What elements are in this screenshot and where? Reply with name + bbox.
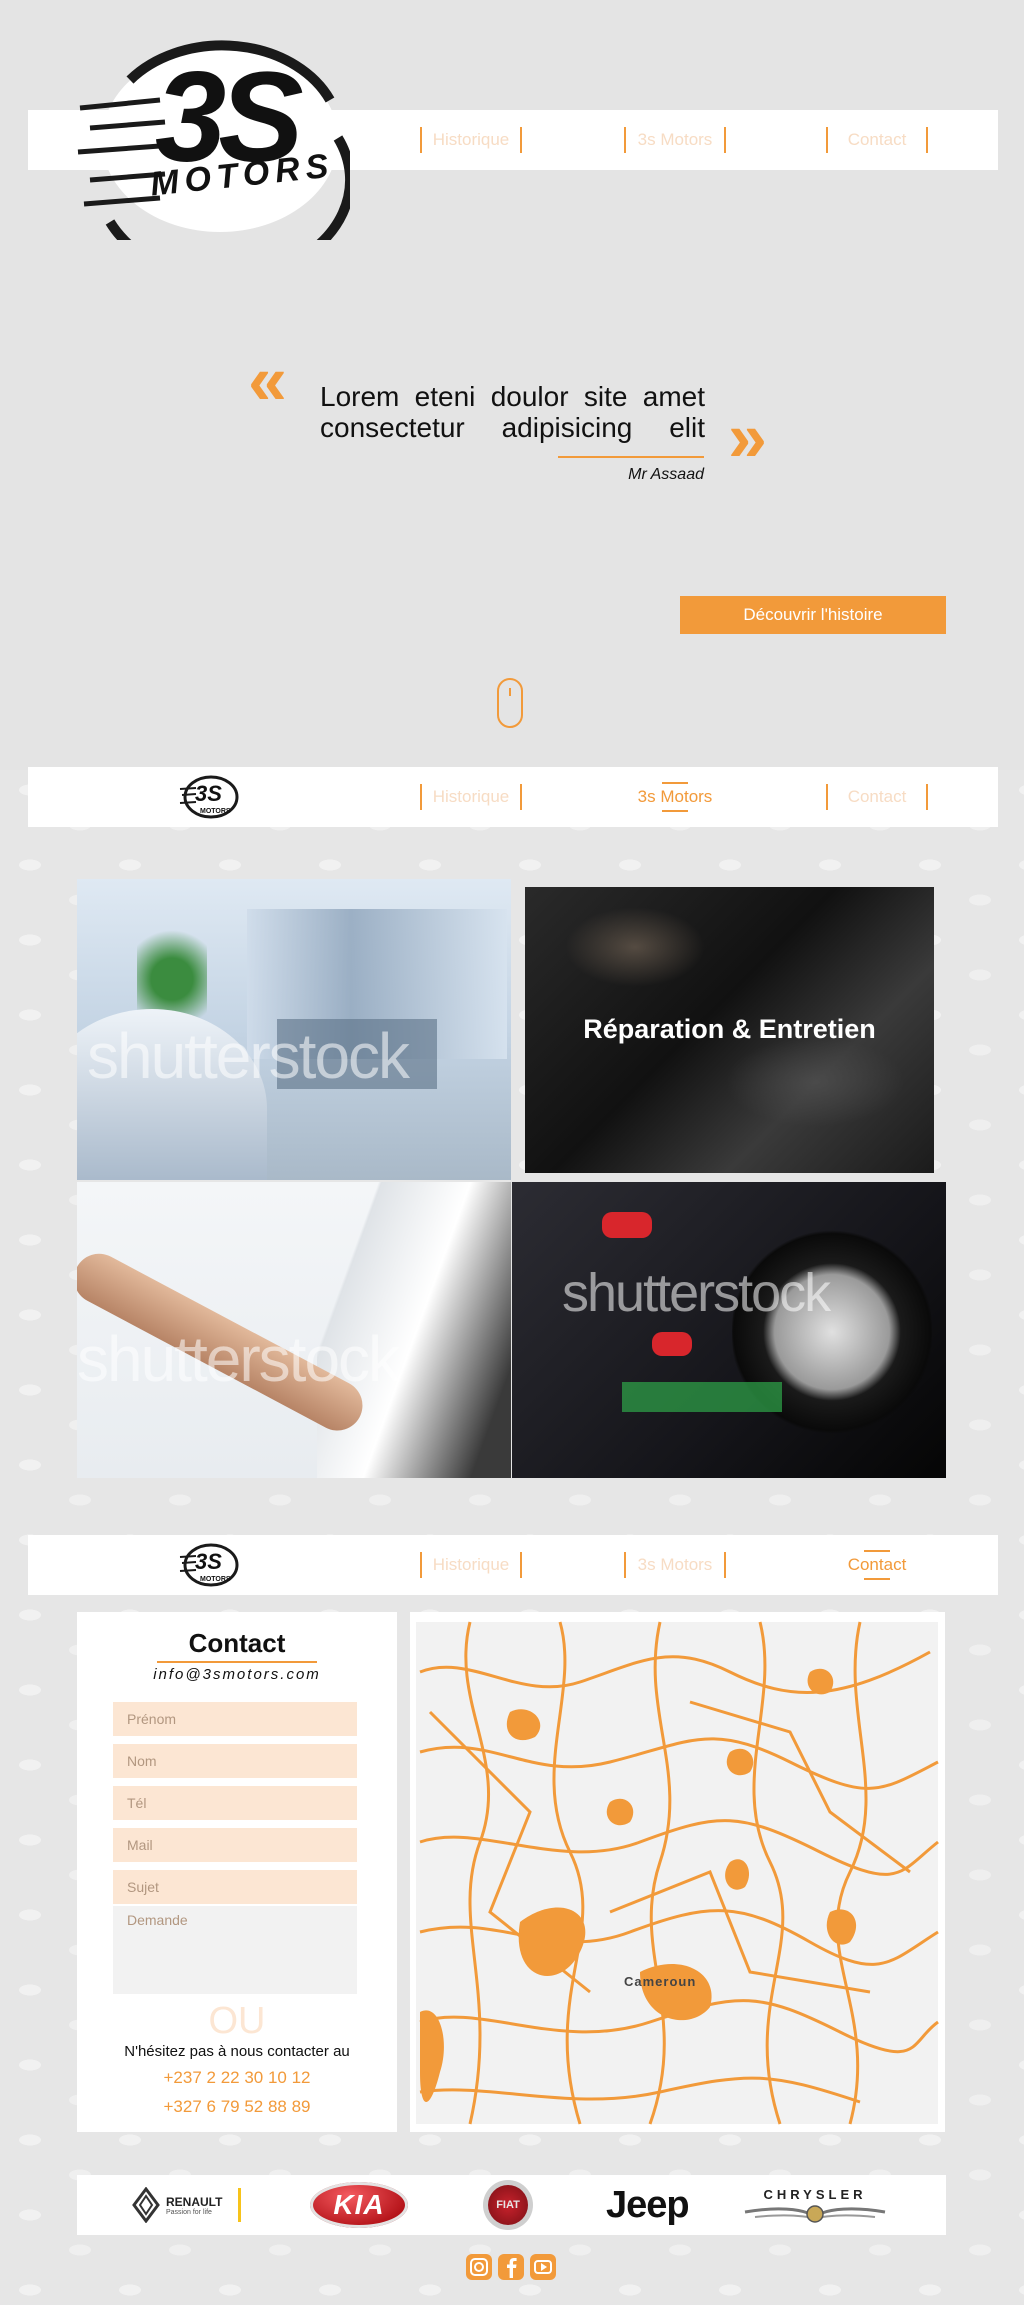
small-logo-icon: 3S MOTORS xyxy=(179,775,239,819)
instagram-icon[interactable] xyxy=(466,2254,492,2280)
nom-field[interactable] xyxy=(113,1744,357,1778)
services-navbar: 3S MOTORS Historique 3s Motors Contact xyxy=(28,767,998,827)
svg-text:MOTORS: MOTORS xyxy=(200,1576,231,1583)
contact-prompt: N'hésitez pas à nous contacter au xyxy=(124,2043,350,2060)
nav-contact[interactable]: Contact xyxy=(826,1550,928,1580)
close-quote-icon: » xyxy=(728,398,767,476)
renault-diamond-icon xyxy=(132,2187,160,2223)
chrysler-wings-icon xyxy=(744,2204,886,2223)
renault-logo[interactable]: RENAULT Passion for life xyxy=(132,2175,242,2235)
facebook-icon[interactable] xyxy=(498,2254,524,2280)
contact-title-underline xyxy=(157,1661,317,1663)
renault-name: RENAULT xyxy=(166,2194,223,2209)
contact-title: Contact xyxy=(188,1628,286,1658)
nav-historique[interactable]: Historique xyxy=(420,1552,522,1578)
sujet-field[interactable] xyxy=(113,1870,357,1904)
small-logo[interactable]: 3S MOTORS xyxy=(178,773,240,821)
fiat-logo[interactable]: FIAT xyxy=(483,2175,533,2235)
nav-historique[interactable]: Historique xyxy=(420,127,522,153)
hero-quote-line2: consectetur adipisicing elit xyxy=(320,412,705,443)
phone-number-1[interactable]: +237 2 22 30 10 12 xyxy=(77,2068,397,2088)
car-key-handover-photo[interactable]: shutterstock xyxy=(77,1182,511,1478)
demande-field[interactable] xyxy=(113,1906,357,1994)
svg-text:3S: 3S xyxy=(195,1549,222,1574)
open-quote-icon: « xyxy=(248,341,287,419)
contact-navbar: 3S MOTORS Historique 3s Motors Contact xyxy=(28,1535,998,1595)
showroom-photo[interactable]: shutterstock xyxy=(77,879,511,1180)
youtube-icon[interactable] xyxy=(530,2254,556,2280)
map-label: Cameroun xyxy=(624,1974,697,1989)
nav-contact[interactable]: Contact xyxy=(826,784,928,810)
or-separator: OU xyxy=(208,2000,266,2042)
phone-number-2[interactable]: +327 6 79 52 88 89 xyxy=(77,2097,397,2117)
repair-title: Réparation & Entretien xyxy=(583,1014,876,1044)
svg-text:MOTORS: MOTORS xyxy=(200,808,231,815)
jeep-text: Jeep xyxy=(606,2183,690,2226)
mail-field[interactable] xyxy=(113,1828,357,1862)
map-panel[interactable]: Cameroun xyxy=(410,1612,945,2132)
watermark: shutterstock xyxy=(562,1263,831,1323)
wheel-alignment-photo[interactable]: shutterstock xyxy=(512,1182,946,1478)
nav-3s-motors[interactable]: 3s Motors xyxy=(624,782,726,812)
nav-contact[interactable]: Contact xyxy=(826,127,928,153)
main-logo[interactable]: 3S MOTORS xyxy=(70,40,356,284)
nav-3s-motors[interactable]: 3s Motors xyxy=(624,1552,726,1578)
quote-divider xyxy=(558,456,704,458)
renault-accent-bar xyxy=(238,2188,242,2222)
nav-3s-motors[interactable]: 3s Motors xyxy=(624,127,726,153)
jeep-logo[interactable]: Jeep xyxy=(606,2175,690,2235)
road-map xyxy=(416,1621,939,2125)
nav-historique[interactable]: Historique xyxy=(420,784,522,810)
repair-maintenance-card[interactable]: Réparation & Entretien xyxy=(525,887,934,1173)
mouse-scroll-icon[interactable] xyxy=(497,678,523,728)
watermark: shutterstock xyxy=(77,1323,400,1395)
chrysler-logo[interactable]: CHRYSLER xyxy=(740,2175,890,2235)
discover-history-button[interactable]: Découvrir l'histoire xyxy=(680,596,946,634)
renault-tagline: Passion for life xyxy=(166,2208,212,2216)
hero-quote-line1: Lorem eteni doulor site amet xyxy=(320,381,705,412)
kia-text: KIA xyxy=(333,2189,385,2220)
contact-email[interactable]: info@3smotors.com xyxy=(77,1666,397,1683)
svg-text:3S: 3S xyxy=(195,781,222,806)
chrysler-text: CHRYSLER xyxy=(763,2186,867,2202)
quote-author: Mr Assaad xyxy=(628,466,704,483)
prenom-field[interactable] xyxy=(113,1702,357,1736)
watermark: shutterstock xyxy=(87,1020,410,1092)
tel-field[interactable] xyxy=(113,1786,357,1820)
small-logo[interactable]: 3S MOTORS xyxy=(178,1541,240,1589)
small-logo-icon: 3S MOTORS xyxy=(179,1543,239,1587)
fiat-text: FIAT xyxy=(496,2199,520,2211)
kia-logo[interactable]: KIA xyxy=(310,2175,408,2235)
